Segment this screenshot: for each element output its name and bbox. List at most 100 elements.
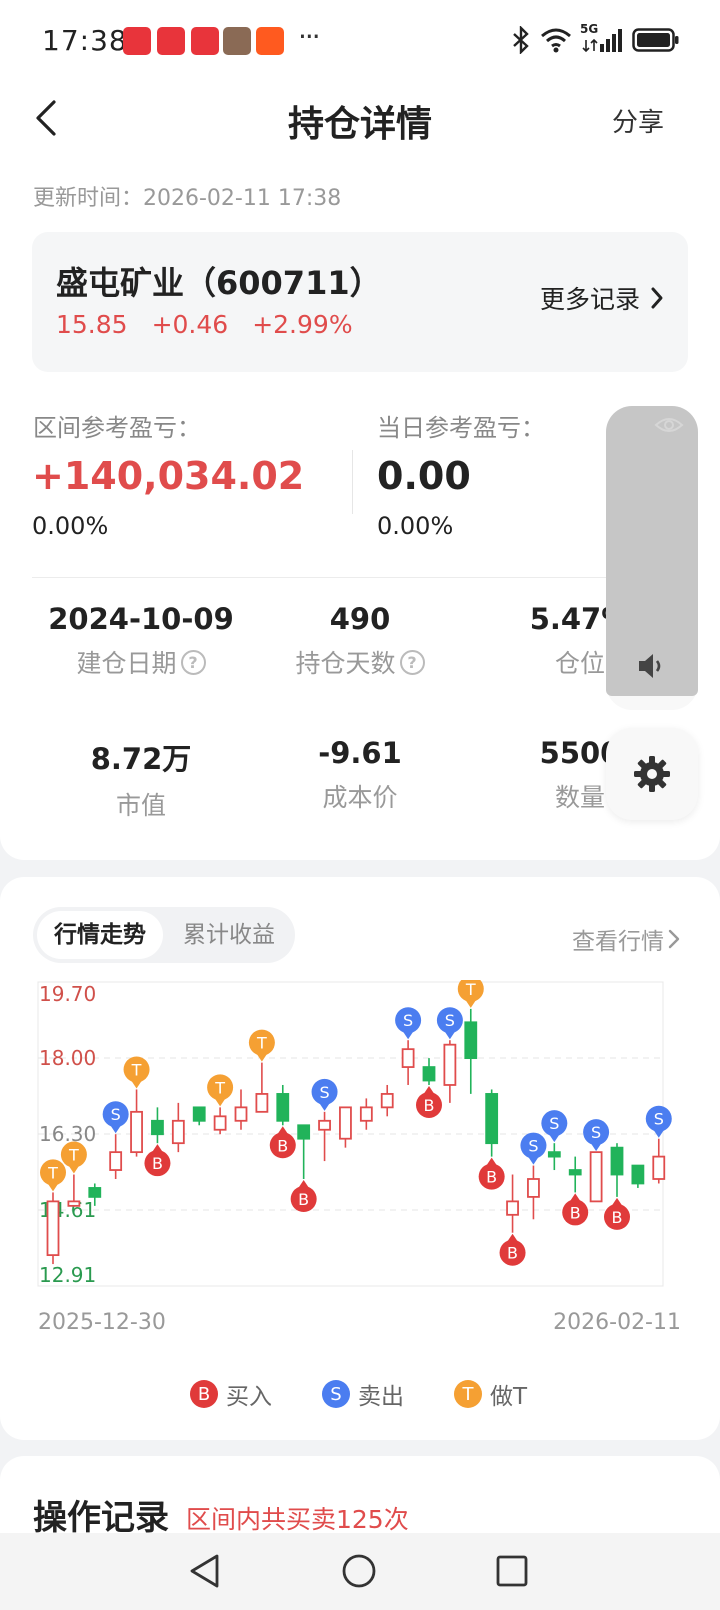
status-time: 17:38 <box>42 24 128 57</box>
stat-value: 8.72万 <box>90 742 192 776</box>
trade-marker-letter: S <box>319 1083 329 1102</box>
photo-icon <box>223 27 251 55</box>
stock-card[interactable]: 盛屯矿业（600711） 15.85 +0.46 +2.99% 更多记录 <box>32 232 688 372</box>
buy-badge-icon: B <box>190 1380 218 1408</box>
stat-label: 仓位 <box>554 649 605 678</box>
today-pnl-value: 0.00 <box>377 454 471 498</box>
share-button[interactable]: 分享 <box>612 102 664 139</box>
trade-marker-letter: T <box>465 980 476 999</box>
trade-marker-letter: T <box>47 1163 58 1182</box>
candle-body <box>339 1106 352 1140</box>
stat-label: 建仓日期 <box>76 649 177 678</box>
candle-body <box>192 1106 206 1122</box>
candle-body <box>297 1124 311 1140</box>
candle-body <box>610 1146 624 1176</box>
candle-body <box>527 1178 540 1198</box>
trade-marker-letter: S <box>528 1137 538 1156</box>
trade-marker-letter: B <box>612 1208 623 1227</box>
trade-marker-letter: T <box>68 1146 79 1165</box>
candle-body <box>589 1151 603 1203</box>
sell-badge-icon: S <box>322 1380 350 1408</box>
stock-quote: 15.85 +0.46 +2.99% <box>56 310 353 339</box>
candle-body <box>422 1066 436 1082</box>
operations-subtitle: 区间内共买卖125次 <box>186 1505 409 1534</box>
legend-label: 做T <box>490 1384 528 1410</box>
candle-body <box>67 1200 81 1207</box>
trade-marker-letter: S <box>111 1105 121 1124</box>
stat-hold-days: 490 持仓天数? <box>250 602 470 680</box>
legend-buy: B 买入 <box>190 1377 272 1411</box>
candle-body <box>443 1043 457 1086</box>
app-icon-3 <box>191 27 219 55</box>
y-tick-label: 12.91 <box>39 1263 96 1287</box>
candlestick-chart[interactable]: 19.7018.0016.3014.6112.91TTSTBTTBBSSBSTB… <box>0 980 720 1310</box>
update-time: 更新时间：2026-02-11 17:38 <box>33 186 342 211</box>
trade-marker-letter: B <box>424 1096 435 1115</box>
candle-body <box>109 1151 123 1171</box>
signal-icon: 5G <box>580 22 624 54</box>
pnl-divider <box>352 450 353 514</box>
candle-body <box>485 1093 499 1145</box>
candle-body <box>568 1169 582 1176</box>
view-market-label: 查看行情 <box>572 929 664 955</box>
candle-body <box>130 1110 143 1154</box>
stat-label: 持仓天数 <box>295 649 396 678</box>
volume-settings-button[interactable] <box>606 728 698 820</box>
trade-marker-letter: B <box>570 1203 581 1222</box>
candle-body <box>359 1106 373 1122</box>
trade-marker-letter: T <box>256 1034 267 1053</box>
nav-recents-icon[interactable] <box>495 1554 529 1588</box>
help-icon[interactable]: ? <box>399 649 425 675</box>
stock-change-pct: +2.99% <box>252 310 353 339</box>
status-icons: 5G <box>510 22 680 54</box>
stat-value: 2024-10-09 <box>48 602 234 636</box>
trade-marker-letter: S <box>549 1114 559 1133</box>
candle-body <box>401 1048 415 1068</box>
range-pnl-pct: 0.00% <box>32 512 109 540</box>
x-start-label: 2025-12-30 <box>38 1310 166 1335</box>
candle-body <box>547 1151 561 1158</box>
wifi-icon <box>541 28 571 53</box>
battery-icon <box>632 28 679 52</box>
y-tick-label: 16.30 <box>39 1122 96 1146</box>
more-records-link[interactable]: 更多记录 <box>540 280 664 316</box>
range-pnl-label: 区间参考盈亏： <box>33 414 201 442</box>
candle-body <box>234 1106 248 1122</box>
nav-home-icon[interactable] <box>341 1553 377 1589</box>
legend-t: T 做T <box>454 1377 527 1411</box>
gear-icon <box>634 756 670 792</box>
candle-body <box>151 1119 164 1136</box>
y-tick-label: 19.70 <box>39 982 96 1006</box>
legend-label: 卖出 <box>358 1384 404 1410</box>
view-market-link[interactable]: 查看行情 <box>572 922 680 956</box>
stat-label: 数量 <box>554 783 605 812</box>
candle-body <box>88 1187 102 1198</box>
tab-market-trend[interactable]: 行情走势 <box>37 911 163 959</box>
legend-sell: S 卖出 <box>322 1377 404 1411</box>
help-icon[interactable]: ? <box>180 649 206 675</box>
eye-icon[interactable] <box>654 414 684 436</box>
nav-back-icon[interactable] <box>188 1553 222 1589</box>
stat-open-date: 2024-10-09 建仓日期? <box>31 602 251 680</box>
chevron-right-icon <box>651 287 663 309</box>
stock-change: +0.46 <box>151 310 229 339</box>
today-pnl-pct: 0.00% <box>377 512 454 540</box>
trade-marker-letter: B <box>486 1168 497 1187</box>
stat-value: 490 <box>329 602 391 636</box>
more-records-label: 更多记录 <box>539 285 640 314</box>
operations-title: 操作记录 <box>33 1498 169 1538</box>
x-end-label: 2026-02-11 <box>553 1310 681 1335</box>
stat-label: 市值 <box>115 791 166 820</box>
chevron-right-icon <box>668 929 680 949</box>
trade-marker-letter: B <box>277 1136 288 1155</box>
tab-cumulative-return[interactable]: 累计收益 <box>170 911 288 959</box>
candle-body <box>318 1119 331 1131</box>
trade-marker-letter: S <box>403 1011 413 1030</box>
y-tick-label: 18.00 <box>39 1046 96 1070</box>
trade-marker-letter: T <box>131 1060 142 1079</box>
candle-body <box>276 1093 290 1122</box>
section-divider <box>32 577 688 578</box>
trade-marker-letter: S <box>654 1110 664 1129</box>
range-pnl-value: +140,034.02 <box>32 454 305 498</box>
legend-label: 买入 <box>226 1384 272 1410</box>
